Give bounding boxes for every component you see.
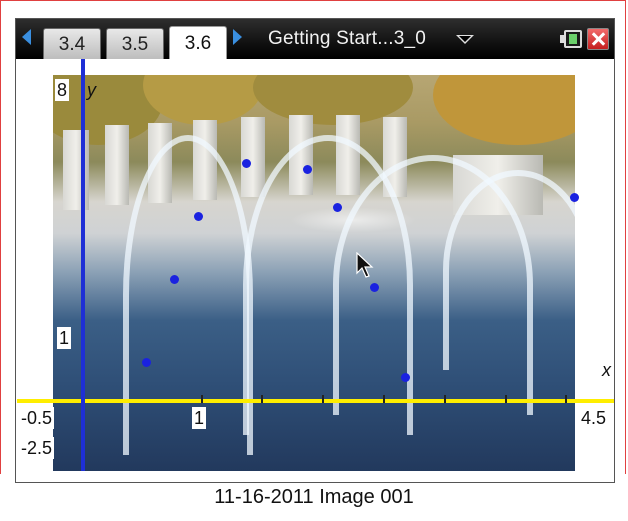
data-point[interactable] (333, 203, 342, 212)
data-point[interactable] (194, 212, 203, 221)
x-tick (444, 395, 446, 403)
x-tick (201, 395, 203, 403)
data-point[interactable] (242, 159, 251, 168)
dropdown-caret-icon[interactable] (456, 35, 474, 44)
data-point[interactable] (303, 165, 312, 174)
pillar (241, 117, 265, 197)
tab-3-6[interactable]: 3.6 (169, 26, 227, 59)
battery-icon (560, 30, 582, 48)
right-arrow-icon[interactable] (233, 29, 242, 45)
left-arrow-icon[interactable] (22, 29, 31, 45)
tree-foliage (433, 75, 575, 145)
y-min-label: -2.5 (19, 437, 55, 459)
y-axis-name: y (87, 80, 96, 100)
title-bar: 3.4 3.5 3.6 Getting Start...3_0 (16, 19, 614, 59)
x-min-label: -0.5 (19, 407, 55, 429)
close-icon[interactable] (587, 28, 609, 50)
x-tick (505, 395, 507, 403)
x-one-label: 1 (192, 407, 207, 429)
mouse-pointer-icon (356, 252, 374, 278)
tab-3-4[interactable]: 3.4 (43, 28, 101, 59)
y-one-label: 1 (57, 327, 72, 349)
data-point[interactable] (401, 373, 410, 382)
calculator-screen: 3.4 3.5 3.6 Getting Start...3_0 8 y 1 x … (15, 18, 615, 483)
x-tick (261, 395, 263, 403)
water-arc (443, 170, 575, 370)
water-arc (123, 135, 253, 455)
pillar (63, 130, 89, 210)
data-point[interactable] (370, 283, 379, 292)
y-max-label: 8 (55, 79, 70, 101)
x-tick (322, 395, 324, 403)
x-axis (17, 399, 614, 403)
graph-area[interactable]: 8 y 1 x -0.5 1 4.5 -2.5 (17, 59, 614, 471)
pillar (105, 125, 129, 205)
tab-3-5[interactable]: 3.5 (106, 28, 164, 59)
y-axis (81, 59, 85, 471)
data-point[interactable] (570, 193, 579, 202)
fountain-photo (53, 75, 575, 471)
image-caption: 11-16-2011 Image 001 (214, 486, 414, 508)
x-max-label: 4.5 (579, 407, 609, 429)
x-tick (383, 395, 385, 403)
x-tick (565, 395, 567, 403)
x-axis-name: x (602, 360, 611, 380)
data-point[interactable] (142, 358, 151, 367)
document-title[interactable]: Getting Start...3_0 (268, 28, 426, 50)
data-point[interactable] (170, 275, 179, 284)
